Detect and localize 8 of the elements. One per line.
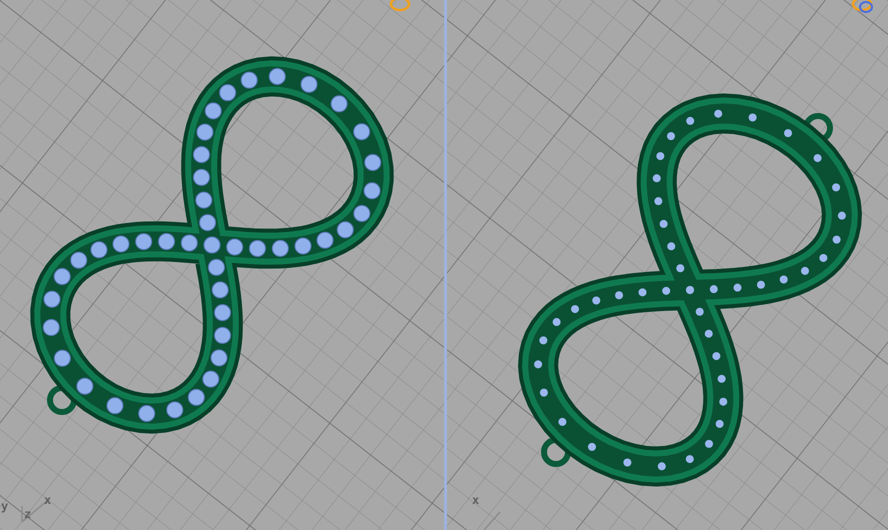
gizmo-icon xyxy=(852,0,873,13)
axis-label: y xyxy=(1,500,8,512)
axis-label: x xyxy=(472,494,480,506)
axis-label: x xyxy=(44,494,52,506)
gizmo-icon xyxy=(390,0,410,12)
axis-triad-icon xyxy=(483,512,501,530)
axis-label: z xyxy=(24,508,32,520)
axis-triad-icon xyxy=(21,499,49,523)
